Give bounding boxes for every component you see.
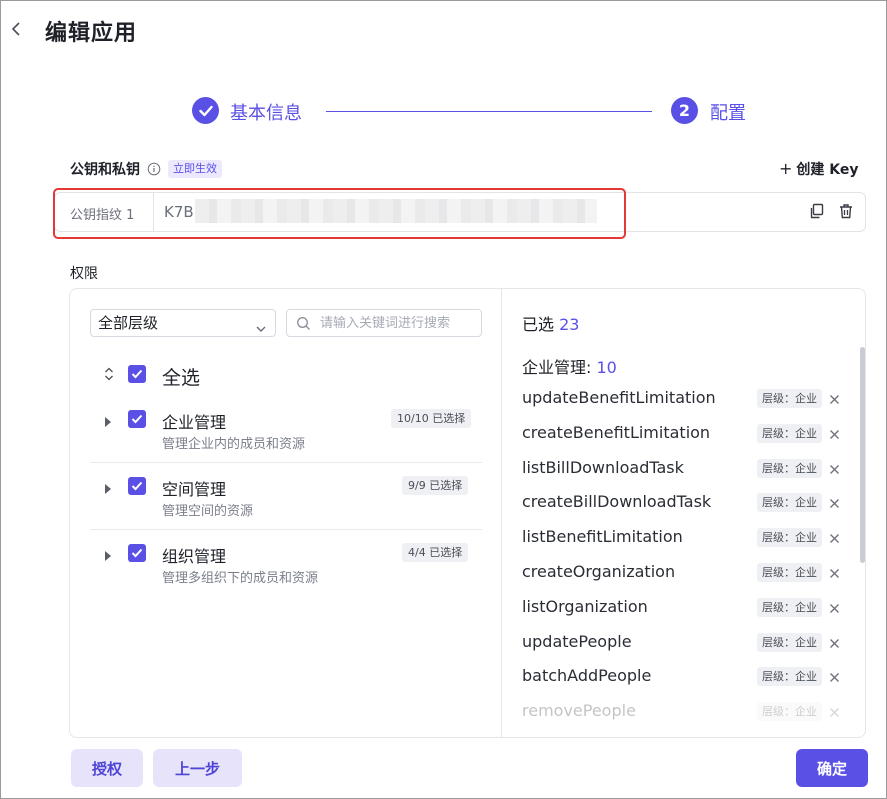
page-title: 编辑应用 bbox=[45, 21, 138, 46]
back-icon[interactable] bbox=[7, 18, 25, 40]
category-count: 10 bbox=[596, 358, 617, 377]
level-tag: 层级：企业 bbox=[757, 563, 822, 582]
group-title: 企业管理 bbox=[162, 413, 227, 432]
selected-permission-item: removePeople 层级：企业 bbox=[522, 699, 842, 723]
copy-icon[interactable] bbox=[809, 203, 825, 223]
select-all-checkbox[interactable] bbox=[128, 365, 146, 383]
group-badge: 9/9 已选择 bbox=[402, 476, 469, 495]
chevron-down-icon bbox=[255, 317, 267, 344]
select-all-label: 全选 bbox=[162, 367, 201, 389]
expand-collapse-icon[interactable] bbox=[104, 366, 114, 385]
group-checkbox-enterprise[interactable] bbox=[128, 410, 146, 428]
permission-name: updatePeople bbox=[522, 632, 632, 651]
remove-icon[interactable] bbox=[829, 668, 840, 687]
group-title: 组织管理 bbox=[162, 547, 227, 566]
level-tag: 层级：企业 bbox=[757, 389, 822, 408]
group-checkbox-organization[interactable] bbox=[128, 544, 146, 562]
trash-icon[interactable] bbox=[838, 203, 854, 223]
selected-permission-item: listBillDownloadTask 层级：企业 bbox=[522, 456, 842, 480]
group-title: 空间管理 bbox=[162, 480, 227, 499]
group-badge: 10/10 已选择 bbox=[391, 409, 472, 428]
group-desc: 管理空间的资源 bbox=[162, 504, 254, 519]
group-desc: 管理企业内的成员和资源 bbox=[162, 437, 306, 452]
permission-name: updateBenefitLimitation bbox=[522, 388, 716, 407]
dialog: 编辑应用 基本信息 2 配置 公钥和私钥 立即生效 + 创建 Key 公钥指纹 1… bbox=[0, 0, 887, 799]
scrollbar[interactable] bbox=[860, 347, 865, 563]
selected-permission-item: batchAddPeople 层级：企业 bbox=[522, 664, 842, 688]
group-desc: 管理多组织下的成员和资源 bbox=[162, 571, 319, 586]
selected-permission-item: createBenefitLimitation 层级：企业 bbox=[522, 421, 842, 445]
remove-icon[interactable] bbox=[829, 494, 840, 513]
search-icon bbox=[296, 316, 311, 335]
permission-name: createBillDownloadTask bbox=[522, 492, 712, 511]
remove-icon[interactable] bbox=[829, 425, 840, 444]
level-tag: 层级：企业 bbox=[757, 702, 822, 721]
level-tag: 层级：企业 bbox=[757, 667, 822, 686]
group-badge: 4/4 已选择 bbox=[402, 543, 469, 562]
level-tag: 层级：企业 bbox=[757, 459, 822, 478]
permission-name: createBenefitLimitation bbox=[522, 423, 711, 442]
permission-name: removePeople bbox=[522, 701, 636, 720]
create-key-button[interactable]: + 创建 Key bbox=[779, 159, 859, 179]
step-2-label: 配置 bbox=[710, 103, 746, 124]
permission-name: listOrganization bbox=[522, 597, 648, 616]
selected-permission-item: listBenefitLimitation 层级：企业 bbox=[522, 525, 842, 549]
category-name: 企业管理: bbox=[522, 358, 592, 377]
search-box[interactable] bbox=[286, 309, 482, 337]
divider bbox=[90, 529, 482, 530]
info-icon[interactable] bbox=[147, 161, 161, 180]
search-input[interactable] bbox=[320, 313, 478, 333]
divider bbox=[90, 462, 482, 463]
level-select[interactable]: 全部层级 bbox=[90, 309, 276, 337]
selected-permission-item: updatePeople 层级：企业 bbox=[522, 630, 842, 654]
remove-icon[interactable] bbox=[829, 599, 840, 618]
permission-name: listBenefitLimitation bbox=[522, 527, 683, 546]
immediate-effect-tag: 立即生效 bbox=[168, 160, 222, 178]
selected-label: 已选 bbox=[522, 315, 555, 334]
caret-right-icon[interactable] bbox=[104, 547, 114, 561]
category-heading: 企业管理: 10 bbox=[522, 354, 617, 378]
previous-step-button[interactable]: 上一步 bbox=[153, 749, 242, 787]
plus-icon: + bbox=[779, 159, 793, 178]
level-tag: 层级：企业 bbox=[757, 633, 822, 652]
caret-right-icon[interactable] bbox=[104, 413, 114, 427]
keys-section-label: 公钥和私钥 bbox=[70, 162, 140, 178]
remove-icon[interactable] bbox=[829, 529, 840, 548]
level-select-value: 全部层级 bbox=[98, 314, 159, 332]
remove-icon[interactable] bbox=[829, 460, 840, 479]
selected-count-heading: 已选 23 bbox=[522, 311, 579, 335]
step-1-label: 基本信息 bbox=[230, 103, 302, 124]
permissions-section-label: 权限 bbox=[70, 266, 98, 282]
remove-icon[interactable] bbox=[829, 703, 840, 722]
panel-divider bbox=[501, 289, 502, 738]
selected-permission-item: updateBenefitLimitation 层级：企业 bbox=[522, 386, 842, 410]
permission-name: createOrganization bbox=[522, 562, 676, 581]
step-done-icon bbox=[192, 97, 219, 124]
step-connector bbox=[326, 111, 652, 112]
create-key-label: 创建 Key bbox=[796, 162, 859, 178]
level-tag: 层级：企业 bbox=[757, 493, 822, 512]
caret-right-icon[interactable] bbox=[104, 480, 114, 494]
selected-permission-item: createOrganization 层级：企业 bbox=[522, 560, 842, 584]
authorize-button[interactable]: 授权 bbox=[71, 749, 143, 787]
permission-name: batchAddPeople bbox=[522, 666, 652, 685]
highlight-box bbox=[53, 188, 626, 239]
level-tag: 层级：企业 bbox=[757, 598, 822, 617]
remove-icon[interactable] bbox=[829, 390, 840, 409]
level-tag: 层级：企业 bbox=[757, 528, 822, 547]
group-checkbox-space[interactable] bbox=[128, 477, 146, 495]
level-tag: 层级：企业 bbox=[757, 424, 822, 443]
permission-name: listBillDownloadTask bbox=[522, 458, 684, 477]
remove-icon[interactable] bbox=[829, 634, 840, 653]
selected-count: 23 bbox=[559, 315, 580, 334]
remove-icon[interactable] bbox=[829, 564, 840, 583]
selected-permission-item: createBillDownloadTask 层级：企业 bbox=[522, 490, 842, 514]
step-2-number: 2 bbox=[671, 97, 698, 124]
selected-permission-item: listOrganization 层级：企业 bbox=[522, 595, 842, 619]
confirm-button[interactable]: 确定 bbox=[796, 749, 868, 787]
